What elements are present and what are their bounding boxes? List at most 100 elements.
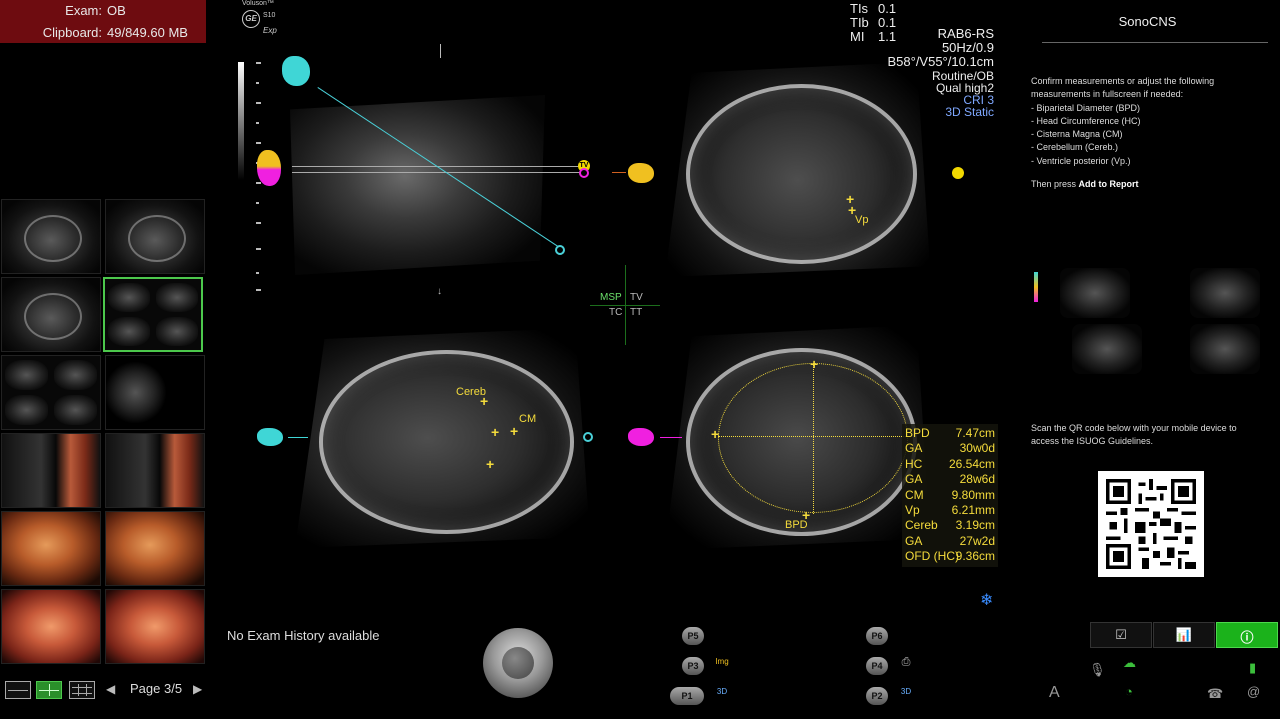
info-icon: ⓘ: [1240, 630, 1254, 645]
sonocns-instructions: Confirm measurements or adjust the follo…: [1031, 75, 1271, 168]
tis-label: TIs: [850, 1, 869, 16]
sonocns-preview[interactable]: [1032, 264, 1280, 379]
thumbnail-4-selected[interactable]: [103, 277, 203, 352]
img-icon: Img: [715, 657, 729, 666]
measurement-value: 30w0d: [959, 441, 995, 455]
sagittal-plane-image[interactable]: [290, 95, 545, 275]
measurement-value: 27w2d: [959, 534, 995, 548]
measurement-name: CM: [905, 488, 924, 502]
panel-tab-bar: ☑ 📊 ⓘ: [1090, 622, 1279, 648]
plane-label-tv: TV: [630, 292, 643, 303]
p2-button[interactable]: P2: [866, 687, 888, 705]
trackball-control[interactable]: [483, 628, 553, 698]
tab-info[interactable]: ⓘ: [1216, 622, 1278, 648]
thumbnail-1[interactable]: [1, 199, 101, 274]
thumbnail-9[interactable]: [1, 511, 101, 586]
caliper-ofd-1[interactable]: +: [711, 427, 719, 441]
head-orientation-icon: [282, 56, 310, 86]
add-to-report-instruction: Then press Add to Report: [1031, 179, 1139, 189]
caliper-bpd-1[interactable]: +: [810, 357, 818, 371]
measurement-row: Cereb 3.19cm: [905, 518, 997, 533]
exam-history-status: No Exam History available: [227, 628, 380, 643]
p5-button[interactable]: P5: [682, 627, 704, 645]
instruction-line: measurements in fullscreen if needed:: [1031, 89, 1184, 100]
caliper-label-bpd: BPD: [785, 519, 808, 531]
plane-label-tc: TC: [609, 307, 623, 318]
tc-plane-pointer: [288, 437, 308, 438]
measurement-value: 3.19cm: [955, 518, 995, 532]
clipboard-value: 49/849.60 MB: [107, 25, 188, 40]
p4-button[interactable]: P4: [866, 657, 888, 675]
mi-label: MI: [850, 29, 865, 44]
instruction-line: - Cerebellum (Cereb.): [1031, 142, 1119, 153]
p3-button[interactable]: P3: [682, 657, 704, 675]
page-prev-icon[interactable]: ◀: [106, 682, 115, 696]
qr-instruction: Scan the QR code below with your mobile …: [1031, 422, 1271, 448]
measurement-row: OFD (HC) 9.36cm: [905, 549, 997, 564]
p1-button[interactable]: P1: [670, 687, 704, 705]
instruction-line: - Head Circumference (HC): [1031, 115, 1141, 126]
measurement-results: BPD 7.47cm GA 30w0d HC 26.54cm GA 28w6d CM 9.…: [902, 424, 998, 567]
mic-muted-icon: 🎙: [1089, 662, 1106, 677]
measurement-value: 6.21mm: [951, 503, 995, 517]
measurement-name: GA: [905, 441, 923, 455]
email-icon: @: [1247, 684, 1261, 699]
tricefy-cloud-icon: ☁: [1123, 655, 1136, 670]
thumbnail-11[interactable]: [1, 589, 101, 664]
tc-plane-marker-dot[interactable]: [579, 168, 589, 178]
param-mode: 3D Static: [945, 105, 994, 119]
layout-2x2-button[interactable]: [36, 681, 62, 699]
tis-value: 0.1: [878, 1, 897, 16]
press-prefix: Then press: [1031, 179, 1079, 189]
print-icon: ⎙: [901, 656, 911, 668]
param-angle: B58°/V55°/10.1cm: [887, 54, 994, 69]
tc-plane-side-marker[interactable]: [583, 432, 593, 442]
tv-plane-side-marker[interactable]: [952, 167, 964, 179]
page-next-icon[interactable]: ▶: [193, 682, 202, 696]
thumbnail-6[interactable]: [105, 355, 205, 430]
annotation-a-icon[interactable]: A: [1049, 684, 1060, 702]
thumbnail-3[interactable]: [1, 277, 101, 352]
tv-plane-pointer: [612, 172, 626, 173]
caliper-cm-1[interactable]: +: [491, 425, 499, 439]
measurement-name: BPD: [905, 426, 930, 440]
exam-value: OB: [107, 3, 126, 18]
caliper-cm-2[interactable]: +: [510, 424, 518, 438]
caliper-cereb-2[interactable]: +: [486, 457, 494, 471]
tab-edit[interactable]: ☑: [1090, 622, 1152, 648]
thumbnail-view-controls: ◀ Page 3/5 ▶: [0, 675, 206, 705]
isuog-qr-code: [1098, 471, 1204, 577]
transcerebellar-plane-image[interactable]: [295, 328, 590, 548]
tt-plane-marker[interactable]: [555, 245, 565, 255]
thumbnail-8[interactable]: [105, 433, 205, 508]
plane-legend: MSP TV TC TT: [590, 265, 660, 345]
caliper-label-cm: CM: [519, 413, 537, 425]
page-indicator: Page 3/5: [130, 681, 183, 696]
measurement-row: GA 27w2d: [905, 534, 997, 549]
exam-label: Exam:: [65, 3, 102, 18]
thumbnail-7[interactable]: [1, 433, 101, 508]
plane-label-msp: MSP: [600, 292, 622, 303]
panel-divider: [1042, 42, 1268, 43]
measurement-row: BPD 7.47cm: [905, 426, 997, 441]
tab-chart[interactable]: 📊: [1153, 622, 1215, 648]
layout-3x3-button[interactable]: [69, 681, 95, 699]
thumbnail-2[interactable]: [105, 199, 205, 274]
qr-text-line-2: access the ISUOG Guidelines.: [1031, 436, 1154, 446]
network-icon: ☎: [1207, 686, 1224, 701]
measurement-row: Vp 6.21mm: [905, 503, 997, 518]
thumbnail-10[interactable]: [105, 511, 205, 586]
brand-logo: Voluson™ GE S10 Exp: [232, 0, 284, 40]
clipboard-thumbnails: [0, 197, 206, 664]
p6-button[interactable]: P6: [866, 627, 888, 645]
cursor-arrow-icon: [502, 647, 534, 679]
save-3d-icon: 3D: [716, 687, 728, 696]
caliper-cereb-1[interactable]: +: [480, 394, 488, 408]
tt-plane-pointer: [660, 437, 682, 438]
layout-single-button[interactable]: [5, 681, 31, 699]
axial-planes-icon: [257, 150, 281, 186]
thumbnail-12[interactable]: [105, 589, 205, 664]
measurement-name: Cereb: [905, 518, 938, 532]
measurement-row: GA 28w6d: [905, 472, 997, 487]
thumbnail-5[interactable]: [1, 355, 101, 430]
